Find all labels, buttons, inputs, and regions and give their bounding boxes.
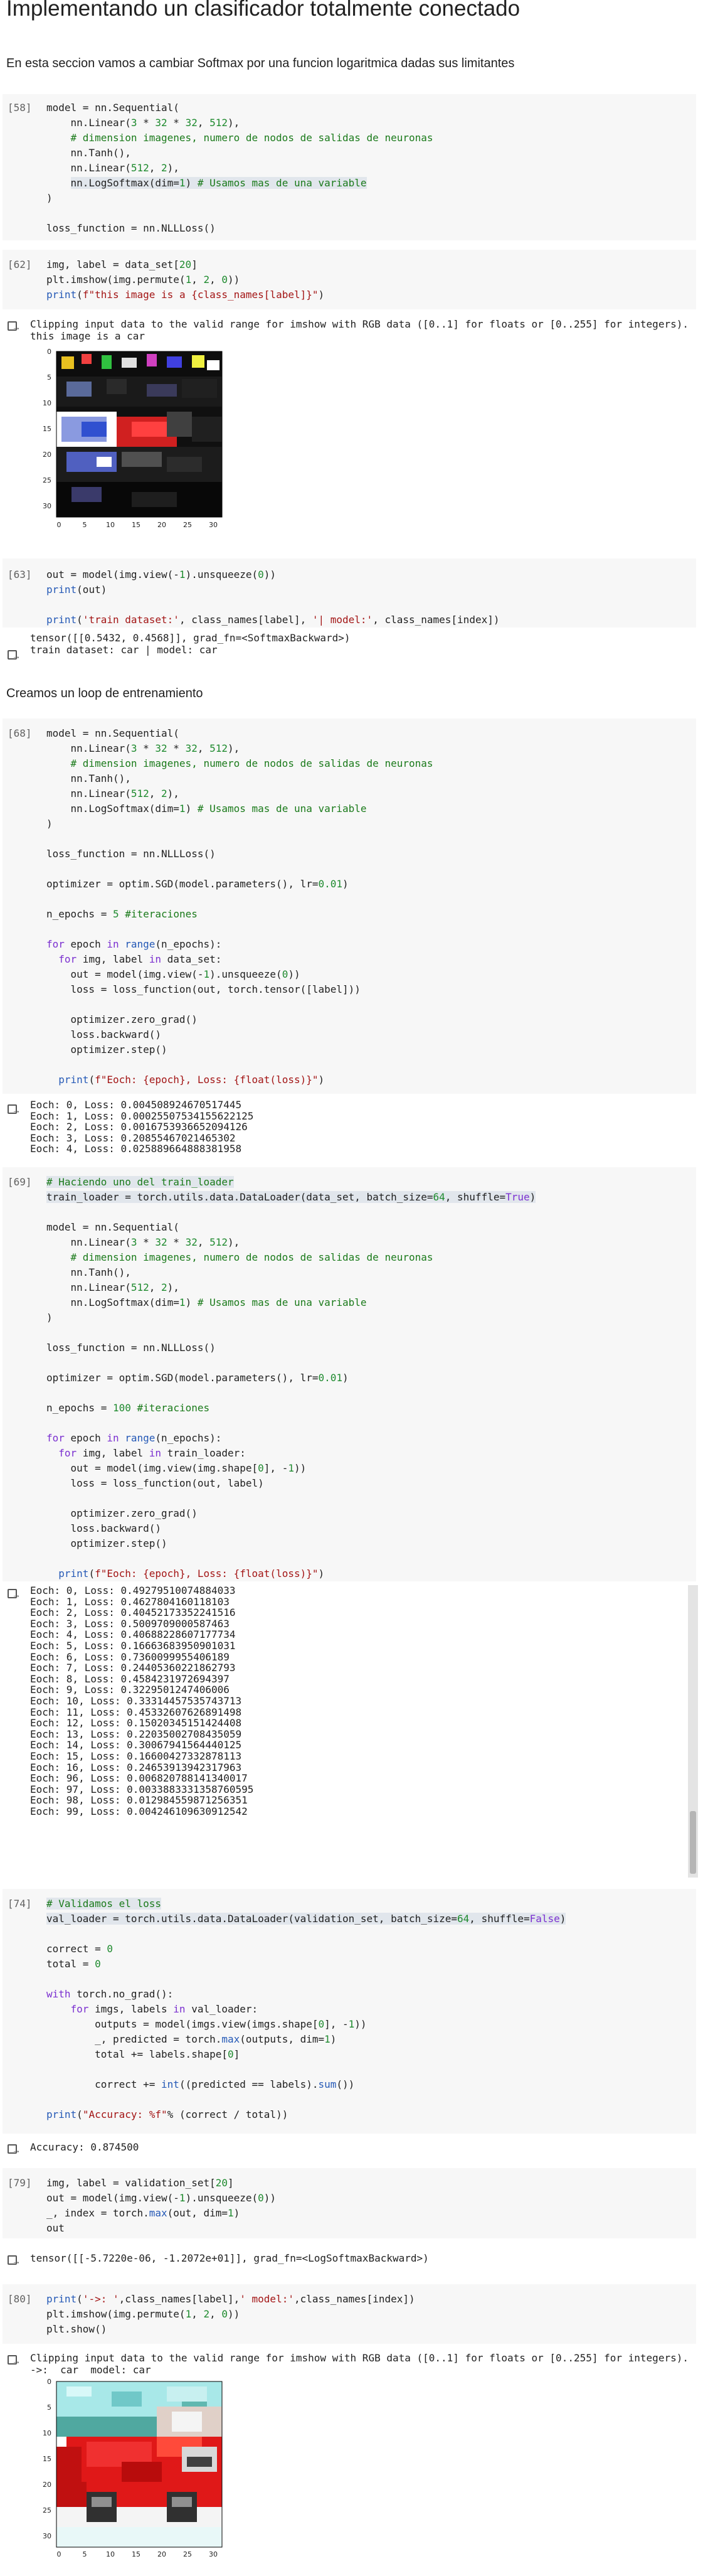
code-cell-62[interactable]: [62] img, label = data_set[20] plt.imsho… — [3, 250, 696, 309]
tick-label: 20 — [43, 2481, 51, 2489]
code-editor[interactable]: img, label = data_set[20] plt.imshow(img… — [46, 257, 690, 302]
code-editor[interactable]: print('->: ',class_names[label],' model:… — [46, 2292, 690, 2337]
x-axis-ticks: 0 5 10 15 20 25 30 — [57, 2550, 218, 2558]
tick-label: 0 — [47, 2378, 51, 2386]
y-axis-ticks: 0 5 10 15 20 25 30 — [43, 348, 51, 510]
x-axis-ticks: 0 5 10 15 20 25 30 — [57, 521, 218, 529]
code-cell-69[interactable]: [69] # Haciendo uno del train_loader tra… — [3, 1167, 696, 1581]
tick-label: 10 — [106, 521, 115, 529]
code-cell-74[interactable]: [74] # Validamos el loss val_loader = to… — [3, 1889, 696, 2134]
tick-label: 10 — [43, 2429, 51, 2437]
tick-label: 25 — [43, 2506, 51, 2515]
output-icon[interactable] — [8, 321, 21, 331]
cell-output-text: Eoch: 0, Loss: 0.004508924670517445 Eoch… — [30, 1099, 254, 1155]
tick-label: 0 — [57, 521, 61, 529]
tick-label: 25 — [183, 521, 192, 529]
output-icon[interactable] — [8, 650, 21, 660]
output-icon[interactable] — [8, 1104, 21, 1114]
code-cell-68[interactable]: [68] model = nn.Sequential( nn.Linear(3 … — [3, 719, 696, 1094]
output-scroll-area[interactable]: Eoch: 0, Loss: 0.49279510074884033 Eoch:… — [0, 1585, 703, 1880]
tick-label: 0 — [57, 2550, 61, 2558]
tick-label: 15 — [132, 521, 140, 529]
markdown-text: Creamos un loop de entrenamiento — [6, 687, 203, 700]
cell-output-text: tensor([[-5.7220e-06, -1.2072e+01]], gra… — [30, 2252, 429, 2264]
tick-label: 25 — [183, 2550, 192, 2558]
tick-label: 10 — [106, 2550, 115, 2558]
cell-output-text: Clipping input data to the valid range f… — [30, 2352, 689, 2376]
intro-text: En esta seccion vamos a cambiar Softmax … — [6, 56, 515, 70]
tick-label: 15 — [43, 2455, 51, 2463]
tick-label: 30 — [43, 2532, 51, 2540]
cell-prompt: [62] — [8, 259, 32, 270]
output-icon[interactable] — [8, 2355, 21, 2365]
tick-label: 15 — [43, 425, 51, 433]
cell-prompt: [80] — [8, 2293, 32, 2305]
code-cell-63[interactable]: [63] out = model(img.view(-1).unsqueeze(… — [3, 558, 696, 628]
tick-label: 5 — [83, 521, 87, 529]
cell-prompt: [63] — [8, 569, 32, 580]
code-cell-58[interactable]: [58] model = nn.Sequential( nn.Linear(3 … — [3, 94, 696, 240]
y-axis-ticks: 0 5 10 15 20 25 30 — [43, 2378, 51, 2540]
tick-label: 25 — [43, 476, 51, 484]
cell-prompt: [58] — [8, 102, 32, 114]
tick-label: 0 — [47, 348, 51, 356]
output-icon[interactable] — [8, 2255, 21, 2265]
code-editor[interactable]: model = nn.Sequential( nn.Linear(3 * 32 … — [46, 726, 690, 1088]
tick-label: 15 — [132, 2550, 140, 2558]
cell-output-text: Accuracy: 0.874500 — [30, 2141, 139, 2153]
code-editor[interactable]: model = nn.Sequential( nn.Linear(3 * 32 … — [46, 100, 690, 236]
scrollbar-thumb[interactable] — [690, 1811, 696, 1874]
cell-output-text: Clipping input data to the valid range f… — [30, 318, 689, 342]
cell-prompt: [69] — [8, 1176, 32, 1188]
imshow-plot-validation-car: 0 5 10 15 20 25 30 0 5 10 15 20 25 30 — [30, 2378, 237, 2573]
tick-label: 5 — [47, 373, 51, 382]
cell-prompt: [74] — [8, 1898, 32, 1910]
code-editor[interactable]: out = model(img.view(-1).unsqueeze(0)) p… — [46, 567, 690, 628]
code-editor[interactable]: img, label = validation_set[20] out = mo… — [46, 2176, 690, 2236]
tick-label: 10 — [43, 399, 51, 407]
tick-label: 5 — [83, 2550, 87, 2558]
code-cell-80[interactable]: [80] print('->: ',class_names[label],' m… — [3, 2284, 696, 2344]
tick-label: 5 — [47, 2403, 51, 2412]
tick-label: 30 — [209, 521, 218, 529]
output-scrollbar[interactable] — [688, 1585, 698, 1878]
tick-label: 30 — [209, 2550, 218, 2558]
tick-label: 20 — [157, 521, 166, 529]
cell-output-text: Eoch: 0, Loss: 0.49279510074884033 Eoch:… — [30, 1585, 254, 1817]
tick-label: 20 — [43, 451, 51, 459]
code-editor[interactable]: # Validamos el loss val_loader = torch.u… — [46, 1896, 690, 2122]
tick-label: 30 — [43, 502, 51, 510]
output-icon[interactable] — [8, 2144, 21, 2154]
tick-label: 20 — [157, 2550, 166, 2558]
cell-prompt: [79] — [8, 2177, 32, 2189]
code-cell-79[interactable]: [79] img, label = validation_set[20] out… — [3, 2168, 696, 2238]
cell-output-text: tensor([[0.5432, 0.4568]], grad_fn=<Soft… — [30, 632, 351, 656]
imshow-plot-train-car: 0 5 10 15 20 25 30 0 5 10 15 20 25 30 — [30, 348, 237, 546]
code-editor[interactable]: # Haciendo uno del train_loader train_lo… — [46, 1175, 690, 1581]
notebook-heading: Implementando un clasificador totalmente… — [6, 0, 521, 21]
cell-prompt: [68] — [8, 727, 32, 739]
